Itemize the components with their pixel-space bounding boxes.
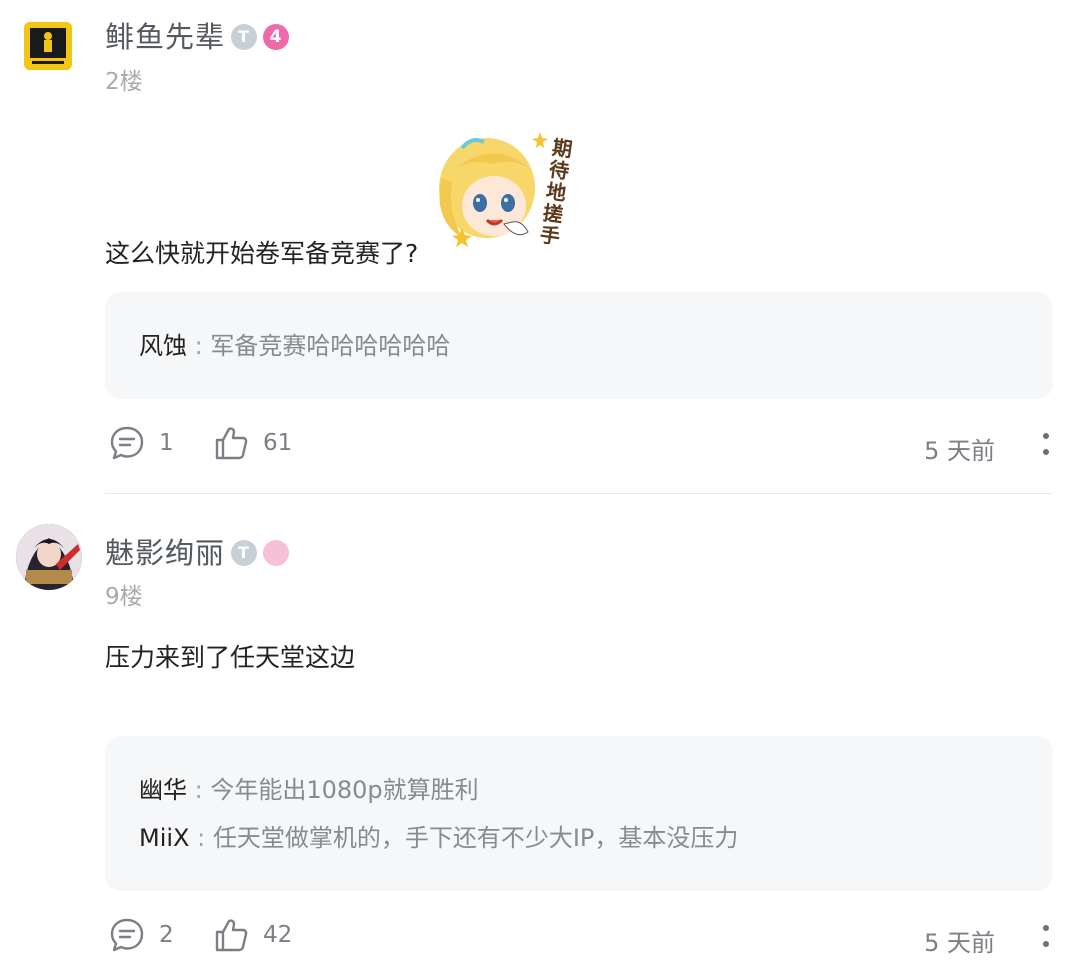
thumbs-up-icon	[215, 919, 248, 952]
like-button[interactable]: 61	[213, 425, 292, 461]
user-avatar[interactable]	[24, 22, 72, 70]
floor-number: 2楼	[105, 69, 143, 95]
reply-box[interactable]: 幽华 : 今年能出1080p就算胜利 MiiX : 任天堂做掌机的，手下还有不少…	[105, 736, 1053, 891]
comment-text: 这么快就开始卷军备竞赛了?	[105, 239, 419, 268]
speech-bubble-icon	[110, 426, 144, 460]
t-badge-icon: T	[231, 540, 258, 566]
user-avatar[interactable]	[16, 524, 82, 590]
reply-author[interactable]: MiiX	[139, 824, 189, 852]
thumbs-up-icon	[215, 427, 248, 460]
reply-author[interactable]: 风蚀	[139, 332, 187, 360]
speech-bubble-icon	[110, 918, 144, 952]
comment-item: 魅影绚丽 T 9楼 压力来到了任天堂这边 幽华 : 今年能出1080p就算胜利 M…	[0, 494, 1080, 972]
pink-medal-icon	[263, 540, 290, 566]
like-count: 42	[263, 922, 293, 948]
reply-button[interactable]: 1	[109, 425, 174, 461]
like-count: 61	[263, 430, 293, 456]
reply-separator: :	[187, 332, 211, 360]
vertical-ellipsis-icon[interactable]	[1039, 921, 1053, 951]
username[interactable]: 鲱鱼先辈 T 4	[105, 14, 290, 56]
reply-separator: :	[189, 824, 213, 852]
reply-author[interactable]: 幽华	[139, 776, 187, 804]
comment-text: 压力来到了任天堂这边	[105, 643, 356, 672]
timestamp: 5 天前	[924, 437, 995, 465]
reply-text: 任天堂做掌机的，手下还有不少大IP，基本没压力	[212, 824, 739, 852]
vertical-ellipsis-icon[interactable]	[1039, 429, 1053, 459]
comment-item: 鲱鱼先辈 T 4 2楼 期待地搓手 这么快就开始卷军备竞赛了? 风蚀 : 军备竞赛哈…	[0, 0, 1080, 494]
avatar-image	[24, 22, 72, 70]
reply-text: 今年能出1080p就算胜利	[210, 776, 479, 804]
t-badge-icon: T	[231, 24, 258, 50]
reply-separator: :	[187, 776, 211, 804]
reply-item[interactable]: 幽华 : 今年能出1080p就算胜利	[139, 770, 479, 805]
floor-number: 9楼	[105, 584, 143, 610]
action-bar: 2 42 5 天前	[105, 917, 1053, 957]
reply-box[interactable]: 风蚀 : 军备竞赛哈哈哈哈哈哈	[105, 292, 1053, 399]
reply-button[interactable]: 2	[109, 917, 174, 953]
reply-item[interactable]: MiiX : 任天堂做掌机的，手下还有不少大IP，基本没压力	[139, 818, 738, 853]
reply-count: 1	[159, 430, 174, 456]
username[interactable]: 魅影绚丽 T	[105, 530, 290, 572]
reply-item[interactable]: 风蚀 : 军备竞赛哈哈哈哈哈哈	[139, 326, 450, 361]
username-text: 魅影绚丽	[105, 536, 226, 570]
username-text: 鲱鱼先辈	[105, 20, 226, 54]
avatar-image	[16, 524, 82, 590]
reply-count: 2	[159, 922, 174, 948]
action-bar: 1 61 5 天前	[105, 425, 1053, 465]
timestamp: 5 天前	[924, 929, 995, 957]
level-badge: 4	[263, 24, 290, 50]
reply-text: 军备竞赛哈哈哈哈哈哈	[210, 332, 451, 360]
like-button[interactable]: 42	[213, 917, 292, 953]
